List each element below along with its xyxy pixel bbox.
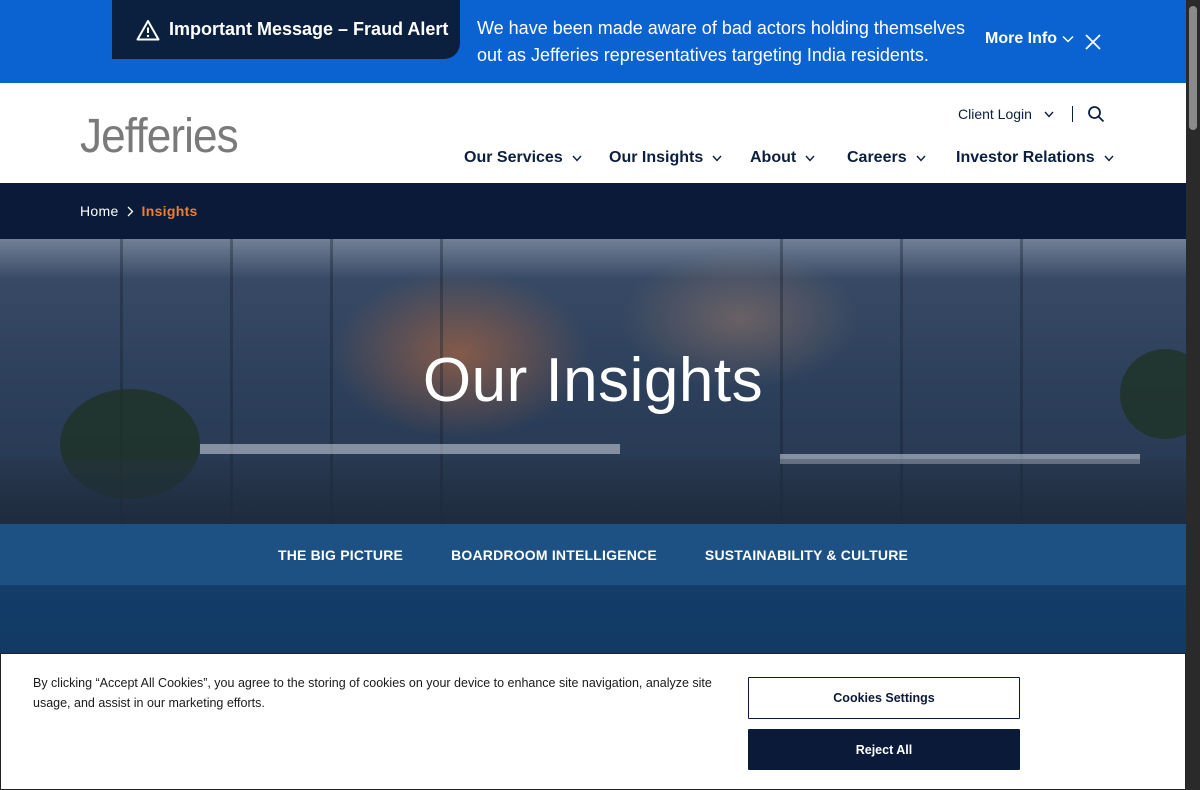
cookies-settings-button[interactable]: Cookies Settings bbox=[748, 677, 1020, 719]
divider bbox=[1071, 106, 1073, 122]
page-title: Our Insights bbox=[422, 346, 764, 415]
hero-desk bbox=[200, 444, 620, 454]
more-info-label: More Info bbox=[985, 30, 1057, 47]
chevron-down-icon bbox=[572, 155, 582, 162]
chevron-down-icon bbox=[916, 155, 926, 162]
scrollbar-thumb[interactable] bbox=[1189, 6, 1197, 130]
nav-label: Careers bbox=[847, 149, 907, 166]
site-header: Jefferies Client Login Our Services Our … bbox=[0, 83, 1186, 183]
insights-subnav: THE BIG PICTURE BOARDROOM INTELLIGENCE S… bbox=[0, 524, 1186, 585]
reject-all-button[interactable]: Reject All bbox=[748, 729, 1020, 770]
chevron-down-icon bbox=[1044, 111, 1054, 118]
breadcrumb-current: Insights bbox=[141, 203, 198, 219]
hero-ceiling bbox=[0, 239, 1186, 279]
nav-label: Our Insights bbox=[609, 149, 704, 166]
more-info-button[interactable]: More Info bbox=[985, 30, 1074, 48]
nav-investor-relations[interactable]: Investor Relations bbox=[956, 149, 1114, 167]
chevron-down-icon bbox=[712, 155, 722, 162]
nav-label: About bbox=[750, 149, 797, 166]
nav-our-services[interactable]: Our Services bbox=[464, 149, 582, 167]
jefferies-logo[interactable]: Jefferies bbox=[80, 109, 239, 164]
alert-message: We have been made aware of bad actors ho… bbox=[477, 18, 965, 65]
close-icon[interactable] bbox=[1084, 33, 1102, 51]
client-login-dropdown[interactable]: Client Login bbox=[958, 106, 1054, 122]
breadcrumb: Home Insights bbox=[0, 183, 1186, 239]
search-icon[interactable] bbox=[1087, 105, 1105, 123]
alert-title: Important Message – Fraud Alert bbox=[169, 19, 449, 39]
tab-the-big-picture[interactable]: THE BIG PICTURE bbox=[278, 547, 403, 563]
chevron-down-icon bbox=[805, 155, 815, 162]
utility-nav: Client Login bbox=[958, 105, 1105, 123]
page-scrollbar[interactable] bbox=[1186, 0, 1200, 790]
hero-banner: Our Insights bbox=[0, 239, 1186, 524]
nav-our-insights[interactable]: Our Insights bbox=[609, 149, 722, 167]
chevron-right-icon bbox=[127, 206, 133, 216]
warning-triangle-icon bbox=[136, 19, 160, 40]
nav-careers[interactable]: Careers bbox=[847, 149, 926, 167]
nav-label: Our Services bbox=[464, 149, 563, 166]
cookie-consent-banner: By clicking “Accept All Cookies”, you ag… bbox=[0, 653, 1186, 790]
chevron-down-icon bbox=[1062, 35, 1074, 43]
nav-about[interactable]: About bbox=[750, 149, 815, 167]
cookie-message: By clicking “Accept All Cookies”, you ag… bbox=[33, 676, 712, 710]
nav-label: Investor Relations bbox=[956, 149, 1095, 166]
tab-boardroom-intelligence[interactable]: BOARDROOM INTELLIGENCE bbox=[451, 547, 657, 563]
chevron-down-icon bbox=[1104, 155, 1114, 162]
breadcrumb-home[interactable]: Home bbox=[80, 203, 119, 219]
tab-sustainability-culture[interactable]: SUSTAINABILITY & CULTURE bbox=[705, 547, 908, 563]
alert-badge: Important Message – Fraud Alert bbox=[112, 0, 460, 59]
client-login-label: Client Login bbox=[958, 106, 1032, 122]
hero-floor bbox=[0, 459, 1186, 524]
fraud-alert-banner: Important Message – Fraud Alert We have … bbox=[0, 0, 1186, 83]
